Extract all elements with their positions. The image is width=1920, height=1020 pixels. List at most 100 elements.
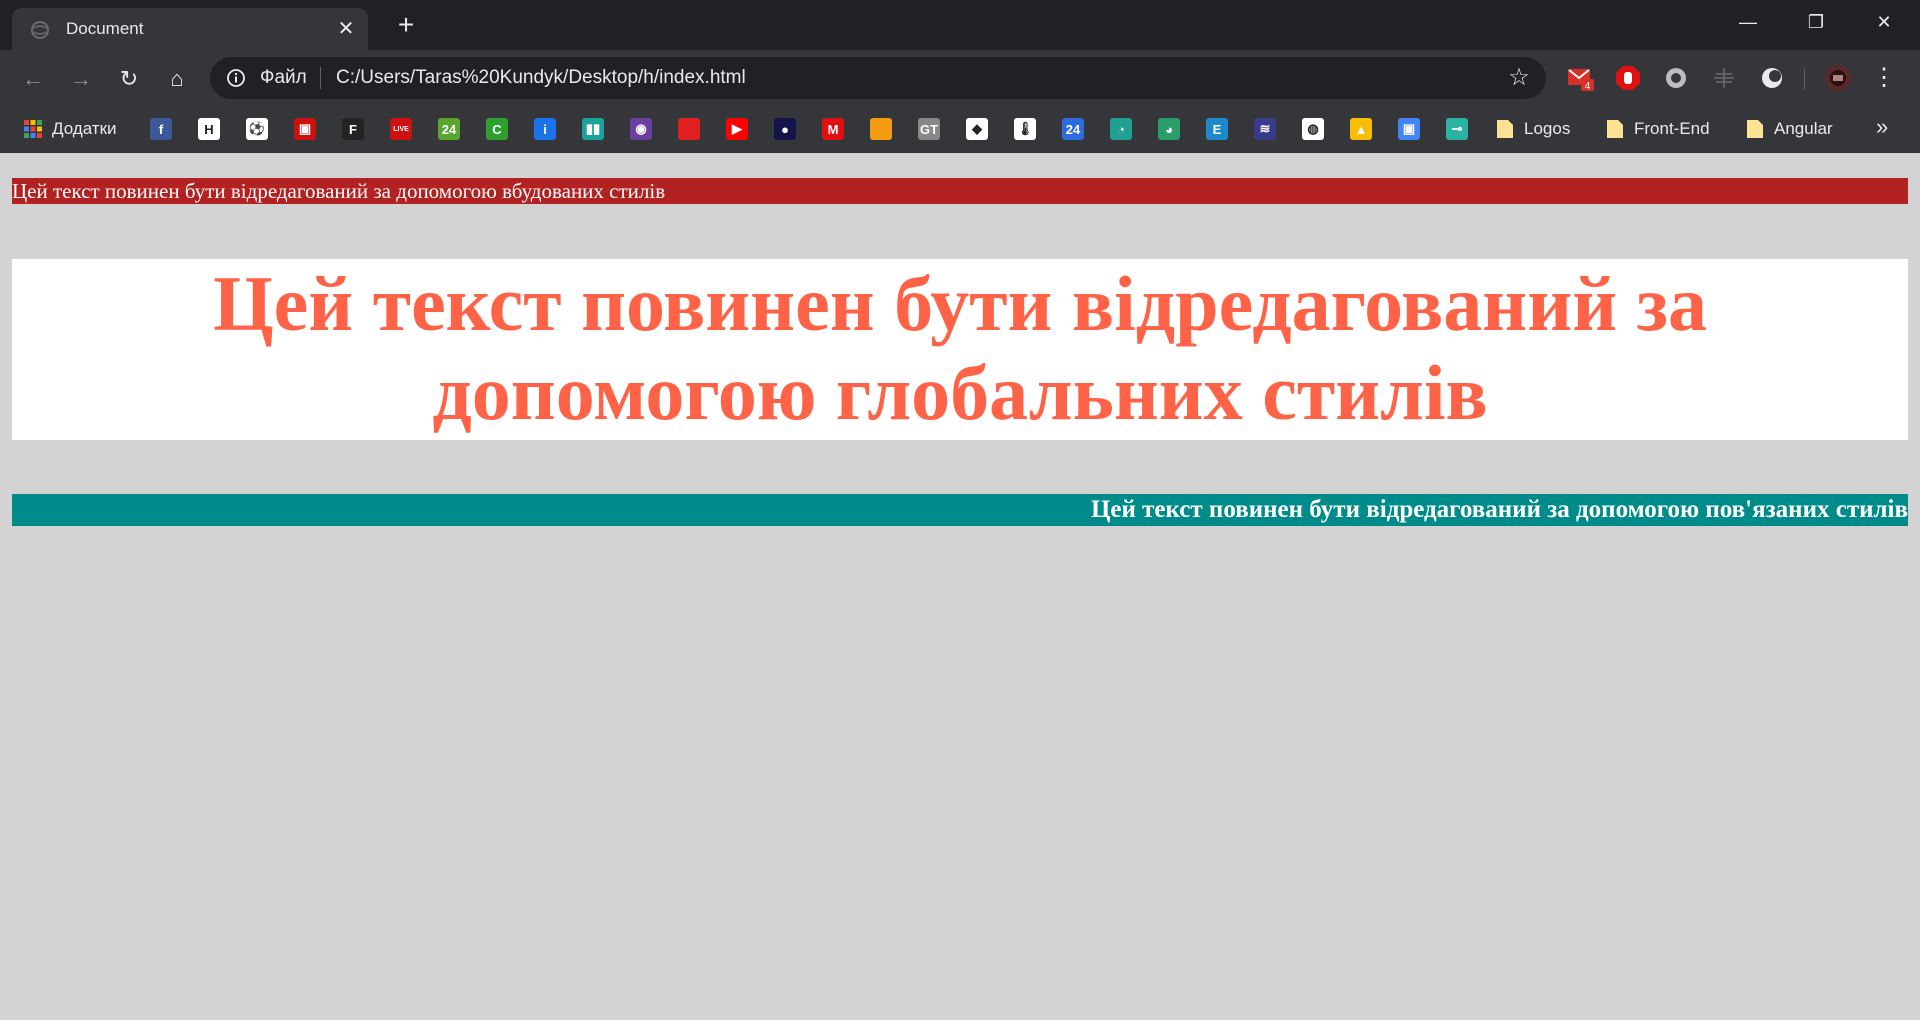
ring-extension-icon[interactable] [1662, 64, 1690, 92]
omnibox-divider [320, 67, 321, 89]
bookmark-c-green[interactable]: C [486, 118, 510, 142]
bookmark-eye[interactable]: ◉ [630, 118, 654, 142]
forward-button[interactable]: → [66, 64, 96, 94]
bookmark-red-square[interactable] [678, 118, 702, 142]
bookmark-live[interactable]: LIVE [390, 118, 414, 142]
bookmark-facebook[interactable]: f [150, 118, 174, 142]
bookmark-drive[interactable]: ▲ [1350, 118, 1374, 142]
global-styled-heading: Цей текст повинен бути відредагований за… [12, 259, 1908, 440]
vsp-icon: ≋ [1254, 118, 1276, 140]
bookmark-football[interactable]: ⚽ [246, 118, 270, 142]
m-red-icon: M [822, 118, 844, 140]
bookmark-folder-front-end[interactable]: Front-End [1604, 118, 1734, 142]
toolbar-divider [1804, 68, 1805, 90]
bookmark-h-site[interactable]: H [198, 118, 222, 142]
restore-button[interactable]: ❐ [1796, 8, 1836, 36]
scheme-label: Файл [260, 67, 307, 88]
bookmark-gt[interactable]: GT [918, 118, 942, 142]
bookmark-youtube[interactable]: ▶ [726, 118, 750, 142]
circle-green-icon: ◕ [1158, 118, 1180, 140]
reload-button[interactable]: ↻ [114, 64, 144, 94]
orange-icon [870, 118, 892, 140]
gt-icon: GT [918, 118, 940, 140]
inline-styled-text: Цей текст повинен бути відредагований за… [12, 178, 1908, 204]
grid-extension-icon[interactable] [1710, 64, 1738, 92]
apps-grid-icon [24, 120, 42, 138]
info-icon[interactable] [226, 68, 246, 88]
bookmark-apps-label: Додатки [52, 119, 117, 138]
h-site-icon: H [198, 118, 220, 140]
tab-document[interactable]: Document ✕ [12, 8, 368, 50]
url-text[interactable]: C:/Users/Taras%20Kundyk/Desktop/h/index.… [336, 67, 746, 89]
facebook-icon: f [150, 118, 172, 140]
circle-teal-icon: ◔ [1110, 118, 1132, 140]
bookmark-vsp[interactable]: ≋ [1254, 118, 1278, 142]
24-blue-icon: 24 [1062, 118, 1084, 140]
tab-close-icon[interactable]: ✕ [334, 17, 358, 41]
moon-extension-icon[interactable] [1758, 64, 1786, 92]
bookmark-tool[interactable]: ⊸ [1446, 118, 1470, 142]
eye-icon: ◉ [630, 118, 652, 140]
bookmark-mask[interactable]: ◆ [966, 118, 990, 142]
tool-icon: ⊸ [1446, 118, 1468, 140]
bookmark-24-green[interactable]: 24 [438, 118, 462, 142]
dot-navy-icon: ● [774, 118, 796, 140]
adblock-icon[interactable] [1614, 64, 1642, 92]
bookmark-circle-teal[interactable]: ◔ [1110, 118, 1134, 142]
folder-icon [1747, 120, 1763, 138]
folder-icon [1607, 120, 1623, 138]
bookmark-m-red[interactable]: M [822, 118, 846, 142]
bookmark-info[interactable]: i [534, 118, 558, 142]
globe-icon [31, 21, 49, 39]
bookmark-folder-label: Logos [1524, 119, 1571, 138]
bookmark-folder-angular[interactable]: Angular [1744, 118, 1854, 142]
bookmark-f1[interactable]: F [342, 118, 366, 142]
back-button[interactable]: ← [18, 64, 48, 94]
tab-title: Document [66, 19, 144, 38]
bookmark-star-icon[interactable]: ☆ [1506, 65, 1532, 91]
bookmark-24-blue[interactable]: 24 [1062, 118, 1086, 142]
browser-chrome: Document ✕ + — ❐ ✕ ← → ↻ ⌂ Файл C:/Users… [0, 0, 1920, 153]
live-icon: LIVE [390, 118, 412, 140]
bookmark-contacts[interactable]: ▣ [1398, 118, 1422, 142]
bookmark-e-blue[interactable]: E [1206, 118, 1230, 142]
tab-strip: Document ✕ + — ❐ ✕ [0, 0, 1920, 50]
drive-icon: ▲ [1350, 118, 1372, 140]
thermometer-icon: 🌡 [1014, 118, 1036, 140]
red-square-icon [678, 118, 700, 140]
mask-icon: ◆ [966, 118, 988, 140]
linked-styled-text: Цей текст повинен бути відредагований за… [12, 494, 1908, 526]
minimize-button[interactable]: — [1728, 8, 1768, 36]
tv-icon: ▣ [294, 118, 316, 140]
browser-menu-icon[interactable]: ⋮ [1872, 63, 1896, 93]
bookmark-orange[interactable] [870, 118, 894, 142]
info-icon: i [534, 118, 556, 140]
home-button[interactable]: ⌂ [162, 64, 192, 94]
bookmark-thermometer[interactable]: 🌡 [1014, 118, 1038, 142]
new-tab-button[interactable]: + [392, 11, 420, 40]
bookmark-tv[interactable]: ▣ [294, 118, 318, 142]
page-content: Цей текст повинен бути відредагований за… [0, 153, 1920, 1020]
24-green-icon: 24 [438, 118, 460, 140]
youtube-icon: ▶ [726, 118, 748, 140]
folder-icon [1497, 120, 1513, 138]
bookmark-dot-navy[interactable]: ● [774, 118, 798, 142]
gmail-extension-icon[interactable]: 4 [1566, 64, 1594, 92]
bookmark-apps[interactable]: Додатки [22, 118, 132, 142]
bookmark-globe[interactable]: ◍ [1302, 118, 1326, 142]
gmail-badge-count: 4 [1585, 81, 1591, 92]
profile-avatar-icon[interactable] [1824, 64, 1852, 92]
contacts-icon: ▣ [1398, 118, 1420, 140]
bookmarks-bar: Додатки f H ⚽ ▣ F LIVE 24 Ci ▮▮ ◉ ▶ ● M GT ◆ 🌡 24 ◔ ◕ E ≋ ◍ ▲ ▣… [0, 106, 1920, 153]
f1-icon: F [342, 118, 364, 140]
bookmark-bars[interactable]: ▮▮ [582, 118, 606, 142]
bookmark-folder-label: Front-End [1634, 119, 1710, 138]
address-bar[interactable]: Файл C:/Users/Taras%20Kundyk/Desktop/h/i… [210, 57, 1546, 99]
bars-icon: ▮▮ [582, 118, 604, 140]
bookmark-circle-green[interactable]: ◕ [1158, 118, 1182, 142]
bookmark-folder-logos[interactable]: Logos [1494, 118, 1594, 142]
c-green-icon: C [486, 118, 508, 140]
globe-icon: ◍ [1302, 118, 1324, 140]
bookmarks-overflow-button[interactable]: » [1876, 114, 1888, 140]
window-close-button[interactable]: ✕ [1864, 8, 1904, 36]
